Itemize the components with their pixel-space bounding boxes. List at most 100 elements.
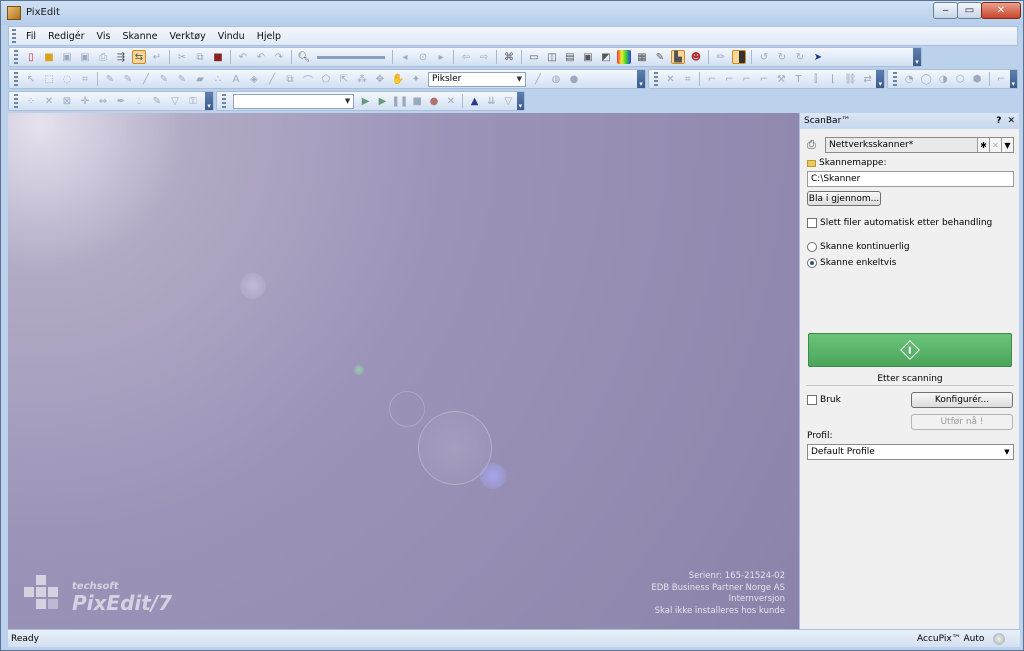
menu-fil[interactable]: Fil — [20, 31, 42, 42]
rotate-left-icon[interactable]: ↺ — [757, 50, 771, 64]
resize-icon[interactable]: ⇔ — [96, 94, 110, 108]
pipette-icon[interactable]: ╱ — [265, 72, 279, 86]
open-folder-icon[interactable]: ■ — [42, 50, 56, 64]
rotate-180-icon[interactable]: ↻ — [793, 50, 807, 64]
wizard-icon[interactable]: ▲ — [468, 94, 481, 108]
configure-button[interactable]: Konfigurér... — [911, 392, 1013, 408]
dots-icon[interactable]: ⁘ — [24, 94, 38, 108]
chevron-down-icon[interactable]: ▼ — [1001, 138, 1013, 152]
pencil-icon[interactable]: ✎ — [103, 72, 117, 86]
color-palette-icon[interactable] — [617, 50, 631, 64]
toolbar-grip-icon[interactable] — [222, 94, 226, 108]
toolbar-grip-icon[interactable] — [14, 50, 18, 64]
measure-icon[interactable]: ╱ — [531, 72, 545, 86]
crosshair-icon[interactable]: ✛ — [78, 94, 92, 108]
bracket-icon[interactable]: ⌊ — [826, 72, 839, 86]
stop-icon[interactable]: ■ — [411, 94, 424, 108]
toolbar-options-icon[interactable]: ▾ — [516, 92, 524, 110]
help-icon[interactable]: ? — [996, 116, 1001, 126]
minimize-button[interactable]: ‒ — [933, 2, 958, 19]
record-icon[interactable]: ● — [428, 94, 441, 108]
sphere-icon[interactable]: ● — [567, 72, 581, 86]
remove-box-icon[interactable]: ⊠ — [60, 94, 74, 108]
fill-icon[interactable]: ◈ — [247, 72, 261, 86]
drop-icon[interactable]: 💧︎ — [132, 94, 146, 108]
align-3-icon[interactable]: ⌐ — [740, 72, 753, 86]
units-select[interactable]: Piksler ▼ — [428, 71, 526, 87]
menu-hjelp[interactable]: Hjelp — [251, 31, 287, 42]
view-edit-icon[interactable]: ◩ — [599, 50, 613, 64]
view-page-icon[interactable]: ▭ — [527, 50, 541, 64]
profile-select[interactable]: Default Profile ▼ — [807, 444, 1014, 460]
wand-icon[interactable]: ✦ — [409, 72, 423, 86]
undo-all-icon[interactable]: ↶ — [254, 50, 268, 64]
browse-button[interactable]: Bla i gjennom... — [807, 191, 881, 206]
hand-icon[interactable]: ✋ — [391, 72, 405, 86]
deskew-icon[interactable]: ⇱ — [337, 72, 351, 86]
toolbar-options-icon[interactable]: ▾ — [205, 92, 213, 110]
select-icon[interactable]: ↖ — [24, 72, 38, 86]
scanbar-toggle-icon[interactable]: ⇆ — [132, 50, 146, 64]
pen-icon[interactable]: ✏ — [714, 50, 728, 64]
toolbar-options-icon[interactable]: ▾ — [637, 70, 645, 88]
ink-icon[interactable]: ✒ — [114, 94, 128, 108]
paste-icon[interactable]: ■ — [211, 50, 225, 64]
rect-select-icon[interactable]: ⬚ — [42, 72, 56, 86]
view-fit-icon[interactable]: ◫ — [545, 50, 559, 64]
marker-pen-icon[interactable]: ✎ — [157, 72, 171, 86]
despeckle-icon[interactable]: ⁂ — [355, 72, 369, 86]
auto-delete-checkbox[interactable] — [807, 218, 817, 228]
toolbar-grip-icon[interactable] — [893, 72, 897, 86]
scanner-settings-icon[interactable]: ✱ — [977, 138, 989, 152]
menu-rediger[interactable]: Redigér — [42, 31, 90, 42]
arc-icon[interactable]: ⌒ — [301, 72, 315, 87]
scanner-remove-icon[interactable]: ✕ — [989, 138, 1001, 152]
funnel-icon[interactable]: ▽ — [168, 94, 182, 108]
line-icon[interactable]: ╱ — [139, 72, 153, 86]
zoom-slider[interactable] — [317, 55, 385, 59]
toolbar-grip-icon[interactable] — [14, 94, 18, 108]
toolbar-options-icon[interactable]: ▾ — [913, 48, 921, 66]
funnel-2-icon[interactable]: ▽ — [502, 94, 515, 108]
single-radio[interactable] — [807, 258, 817, 268]
filter-icon[interactable]: ⇊ — [485, 94, 498, 108]
menu-verktoy[interactable]: Verktøy — [164, 31, 212, 42]
eraser-icon[interactable]: ▰ — [193, 72, 207, 86]
close-window-button[interactable]: ✕ — [981, 2, 1021, 19]
color-fill-icon[interactable]: ◍ — [549, 72, 563, 86]
copy-icon[interactable]: ⧉ — [193, 50, 207, 64]
crop-tool-icon[interactable]: ⌗ — [681, 72, 694, 86]
highlighter-icon[interactable]: ✎ — [175, 72, 189, 86]
step-icon[interactable]: ⌐ — [995, 72, 1008, 86]
scan-icon[interactable]: ⇶ — [114, 50, 128, 64]
shape-4-icon[interactable]: ⬡ — [954, 72, 967, 86]
link-icon[interactable]: ⛓ — [844, 72, 857, 86]
menu-vis[interactable]: Vis — [91, 31, 117, 42]
page-nav-icon[interactable]: ⊙ — [416, 50, 430, 64]
shape-5-icon[interactable]: ⬢ — [971, 72, 984, 86]
convert-icon[interactable]: ⇄ — [861, 72, 874, 86]
align-icon[interactable]: ⌐ — [705, 72, 718, 86]
shape-3-icon[interactable]: ◑ — [937, 72, 950, 86]
pause-icon[interactable]: ❚❚ — [391, 94, 408, 108]
play-step-icon[interactable]: ▶ — [376, 94, 389, 108]
crop-icon[interactable]: ⌗ — [78, 72, 92, 86]
print-icon[interactable]: ⎙ — [96, 50, 110, 64]
acquire-icon[interactable]: ↵ — [150, 50, 164, 64]
save-icon[interactable]: ▣ — [60, 50, 74, 64]
save-all-icon[interactable]: ▣ — [78, 50, 92, 64]
cut-icon[interactable]: ✂ — [175, 50, 189, 64]
user-icon[interactable]: ☻ — [689, 50, 703, 64]
forward-icon[interactable]: ⇨ — [477, 50, 491, 64]
new-document-icon[interactable]: ▯ — [24, 50, 38, 64]
view-width-icon[interactable]: ▤ — [563, 50, 577, 64]
document-workspace[interactable]: techsoft PixEdit/7 Serienr: 165-21524-02… — [8, 113, 799, 629]
redo-icon[interactable]: ↷ — [272, 50, 286, 64]
shape-2-icon[interactable]: ◯ — [920, 72, 933, 86]
lasso-icon[interactable]: ◌ — [60, 72, 74, 86]
last-page-icon[interactable]: ▸ — [434, 50, 448, 64]
text-cursor-icon[interactable]: T — [792, 72, 805, 86]
run-now-button[interactable]: Utfør nå ! — [911, 414, 1013, 430]
pixedit-app-icon[interactable] — [7, 6, 21, 20]
marker-icon[interactable]: ▙ — [671, 50, 685, 64]
